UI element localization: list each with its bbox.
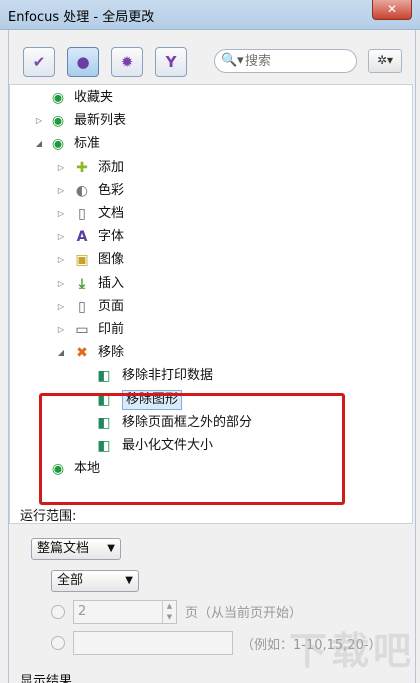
gear-icon: ✹ [120, 53, 134, 71]
results-label: 显示结果 [20, 674, 73, 683]
tree-item[interactable]: ▷ ▯ 文档 [10, 203, 412, 225]
tree-item[interactable]: ▷ ✚ 添加 [10, 157, 412, 179]
filter-icon: Y [165, 53, 177, 71]
tree-item-label: 移除 [98, 345, 125, 361]
tree-item[interactable]: ◉ 收藏夹 [10, 87, 412, 109]
tree-item[interactable]: ▷ ▣ 图像 [10, 249, 412, 271]
tree-item-label: 字体 [98, 229, 125, 245]
page-range-input[interactable] [73, 631, 233, 655]
main-panel: 🔍▾ ✲▾ ✔ ● ✹ Y ◉ 本地 ◧ 最小化文件大小 ◧ 移除页面框之外的部分 ◧ 移除图形 ◧ 移… [8, 30, 416, 683]
expand-arrow-icon[interactable]: ▷ [56, 203, 66, 225]
collapse-arrow-icon[interactable]: ◢ [34, 133, 44, 155]
profile-tree[interactable]: ◉ 本地 ◧ 最小化文件大小 ◧ 移除页面框之外的部分 ◧ 移除图形 ◧ 移除非打印数据 ◢ ✖ 移除 ▷… [9, 84, 413, 524]
window-title: Enfocus 处理 - 全局更改 [8, 10, 155, 25]
tree-item[interactable]: ▷ ▯ 页面 [10, 296, 412, 318]
tree-item-label: 图像 [98, 252, 125, 268]
tree-item[interactable]: ◢ ✖ 移除 [10, 342, 412, 364]
tree-item-label: 移除图形 [122, 389, 183, 410]
scope-select[interactable]: 整篇文档 ▼ [31, 538, 121, 560]
tree-item[interactable]: ◧ 移除页面框之外的部分 [10, 412, 412, 434]
tree-item[interactable]: ▷ ▭ 印前 [10, 319, 412, 341]
check-button[interactable]: ✔ [23, 47, 55, 77]
expand-arrow-icon[interactable]: ▷ [56, 319, 66, 341]
expand-arrow-icon[interactable]: ▷ [56, 273, 66, 295]
tree-item[interactable]: ▷ ◐ 色彩 [10, 180, 412, 202]
gear-button[interactable]: ✹ [111, 47, 143, 77]
tree-item-label: 页面 [98, 298, 125, 314]
globe-button[interactable]: ● [67, 47, 99, 77]
expand-arrow-icon[interactable]: ▷ [56, 226, 66, 248]
globe-folder-icon: ◉ [51, 461, 65, 478]
expand-arrow-icon[interactable]: ▷ [56, 157, 66, 179]
page-range-radio[interactable] [51, 636, 65, 650]
action-doc-icon: ◧ [97, 391, 111, 408]
image-icon: ▣ [75, 252, 89, 269]
stepper-arrows-icon[interactable]: ▲ ▼ [162, 601, 176, 623]
plus-icon: ✚ [76, 159, 88, 176]
expand-arrow-icon[interactable]: ▷ [34, 110, 44, 132]
action-doc-icon: ◧ [97, 414, 111, 431]
tree-item[interactable]: ◢ ◉ 标准 [10, 133, 412, 155]
chevron-down-icon: ▼ [125, 575, 133, 586]
close-button[interactable]: ✕ [372, 0, 412, 20]
tree-item-label: 印前 [98, 322, 125, 337]
globe-folder-icon: ◉ [51, 90, 65, 106]
tree-item-label: 标准 [74, 136, 101, 152]
pages-select-value: 全部 [57, 573, 84, 588]
tree-item-label: 移除非打印数据 [122, 368, 214, 384]
globe-folder-icon: ◉ [51, 113, 65, 130]
tree-item-label: 最小化文件大小 [122, 438, 214, 453]
title-bar: Enfocus 处理 - 全局更改 ✕ [0, 0, 420, 30]
tree-item-label: 最新列表 [74, 113, 127, 129]
run-scope-label: 运行范围: [20, 509, 77, 524]
tree-item-label: 添加 [98, 159, 125, 175]
search-box[interactable]: 🔍▾ [214, 49, 357, 73]
tree-item-label: 文档 [98, 206, 125, 221]
settings-menu-button[interactable]: ✲▾ [368, 49, 402, 73]
tree-item-label: 移除页面框之外的部分 [122, 414, 253, 430]
expand-arrow-icon[interactable]: ▷ [56, 296, 66, 318]
tree-item[interactable]: ▷ ⤓ 插入 [10, 273, 412, 295]
tree-item[interactable]: ▷ A 字体 [10, 226, 412, 248]
chevron-down-icon: ▼ [107, 543, 115, 554]
tree-item-label: 本地 [74, 461, 101, 477]
expand-arrow-icon[interactable]: ▷ [56, 249, 66, 271]
check-icon: ✔ [32, 53, 46, 71]
collapse-arrow-icon[interactable]: ◢ [56, 342, 66, 364]
tree-item[interactable]: ▷ ◉ 最新列表 [10, 110, 412, 132]
palette-icon: ◐ [75, 182, 89, 199]
page-suffix-label: 页（从当前页开始） [185, 606, 303, 621]
globe-folder-icon: ◉ [51, 136, 65, 153]
search-icon[interactable]: 🔍▾ [221, 53, 244, 68]
insert-icon: ⤓ [78, 275, 86, 292]
font-icon: A [76, 229, 88, 246]
action-doc-icon: ◧ [97, 438, 111, 454]
toolbar: 🔍▾ ✲▾ ✔ ● ✹ Y [9, 44, 413, 84]
remove-x-icon: ✖ [76, 345, 88, 362]
tree-item[interactable]: ◧ 移除非打印数据 [10, 365, 412, 387]
document-icon: ▯ [78, 206, 86, 222]
pages-select[interactable]: 全部 ▼ [51, 570, 139, 592]
filter-button[interactable]: Y [155, 47, 187, 77]
page-count-value: 2 [78, 604, 87, 619]
action-doc-icon: ◧ [97, 368, 111, 385]
scope-select-value: 整篇文档 [37, 541, 90, 556]
tree-item-label: 插入 [98, 275, 125, 291]
tree-item[interactable]: ◧ 移除图形 [10, 389, 412, 411]
tree-item-label: 色彩 [98, 182, 125, 198]
globe-icon: ● [76, 53, 90, 71]
tree-item[interactable]: ◉ 本地 [10, 458, 412, 480]
page-count-radio[interactable] [51, 605, 65, 619]
page-count-stepper[interactable]: 2 ▲ ▼ [73, 600, 177, 624]
search-input[interactable] [245, 53, 350, 69]
tree-item[interactable]: ◧ 最小化文件大小 [10, 435, 412, 457]
monitor-icon: ▭ [75, 322, 89, 338]
page-icon: ▯ [78, 298, 86, 315]
expand-arrow-icon[interactable]: ▷ [56, 180, 66, 202]
tree-item-label: 收藏夹 [74, 90, 114, 105]
watermark: 下载吧 [289, 629, 416, 673]
